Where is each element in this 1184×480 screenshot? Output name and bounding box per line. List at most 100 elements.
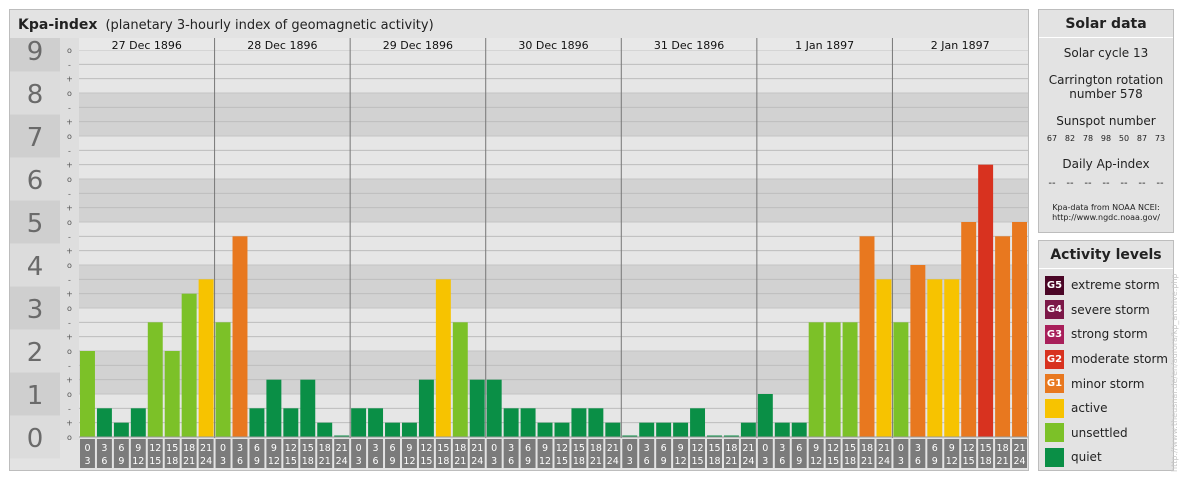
- source-url: http://www.ngdc.noaa.gov/: [1052, 213, 1160, 222]
- kp-bar: [690, 408, 706, 437]
- minor-tick-label: o: [67, 390, 72, 399]
- kp-bar: [537, 422, 553, 437]
- interval-end-label: 15: [691, 456, 703, 467]
- y-tick-label: 0: [27, 424, 44, 454]
- interval-end-label: 6: [101, 456, 107, 467]
- interval-end-label: 21: [997, 456, 1009, 467]
- legend-swatch: [1045, 423, 1064, 443]
- kp-bar: [283, 408, 299, 437]
- interval-end-label: 15: [285, 456, 297, 467]
- kp-bar: [469, 379, 485, 437]
- minor-tick-label: +: [66, 75, 73, 84]
- minor-tick-label: o: [67, 304, 72, 313]
- interval-start-label: 12: [420, 443, 432, 454]
- interval-end-label: 12: [946, 456, 958, 467]
- grid-band: [79, 93, 1028, 136]
- kp-bar: [113, 422, 129, 437]
- legend-label: quiet: [1071, 450, 1102, 465]
- interval-end-label: 3: [84, 456, 90, 467]
- kp-bar: [961, 222, 977, 437]
- interval-end-label: 24: [742, 456, 754, 467]
- interval-start-label: 9: [542, 443, 548, 454]
- interval-start-label: 9: [271, 443, 277, 454]
- kp-bar: [232, 236, 248, 437]
- ap-values: -- -- -- -- -- -- --: [1039, 179, 1173, 189]
- minor-tick-label: -: [68, 103, 71, 112]
- solar-data-title: Solar data: [1039, 10, 1173, 38]
- grid-band: [79, 179, 1028, 222]
- kp-bar: [198, 279, 214, 437]
- minor-tick-label: +: [66, 118, 73, 127]
- activity-levels-panel: Activity levels G5 extreme storm G4 seve…: [1038, 240, 1174, 471]
- kp-bar: [571, 408, 587, 437]
- interval-start-label: 12: [963, 443, 975, 454]
- kp-bar: [520, 408, 536, 437]
- kp-bar: [164, 351, 180, 437]
- interval-start-label: 6: [661, 443, 667, 454]
- kp-bar: [825, 322, 841, 437]
- legend-label: severe storm: [1071, 302, 1150, 317]
- kp-bar: [266, 379, 282, 437]
- kp-bar: [503, 408, 519, 437]
- kp-bar: [791, 422, 807, 437]
- interval-end-label: 12: [132, 456, 144, 467]
- daily-ap-title: Daily Ap-index: [1062, 157, 1150, 171]
- interval-start-label: 21: [471, 443, 483, 454]
- interval-end-label: 24: [878, 456, 890, 467]
- legend-label: strong storm: [1071, 327, 1148, 342]
- legend-swatch: [1045, 447, 1064, 467]
- kp-bar: [1012, 222, 1027, 437]
- interval-start-label: 9: [678, 443, 684, 454]
- minor-tick-label: -: [68, 361, 71, 370]
- grid-band: [79, 222, 1028, 265]
- interval-end-label: 21: [725, 456, 737, 467]
- kp-bar: [740, 422, 756, 437]
- kp-bar: [978, 164, 994, 437]
- day-label: 1 Jan 1897: [795, 39, 854, 52]
- minor-tick-label: +: [66, 247, 73, 256]
- sunspot-value: 78: [1082, 134, 1094, 143]
- interval-end-label: 18: [980, 456, 992, 467]
- interval-end-label: 9: [661, 456, 667, 467]
- interval-end-label: 6: [915, 456, 921, 467]
- interval-end-label: 24: [336, 456, 348, 467]
- interval-end-label: 15: [827, 456, 839, 467]
- kp-bar: [859, 236, 875, 437]
- interval-end-label: 15: [149, 456, 161, 467]
- solar-cycle: Solar cycle 13: [1063, 46, 1149, 60]
- day-label: 28 Dec 1896: [247, 39, 317, 52]
- y-tick-label: 2: [27, 338, 44, 368]
- interval-end-label: 12: [675, 456, 687, 467]
- interval-end-label: 21: [319, 456, 331, 467]
- minor-tick-label: o: [67, 46, 72, 55]
- interval-start-label: 12: [691, 443, 703, 454]
- interval-start-label: 15: [844, 443, 856, 454]
- kp-bar: [893, 322, 909, 437]
- ap-value: --: [1102, 178, 1110, 189]
- interval-end-label: 15: [556, 456, 568, 467]
- ap-value: --: [1066, 178, 1074, 189]
- interval-start-label: 12: [556, 443, 568, 454]
- interval-end-label: 18: [166, 456, 178, 467]
- legend-swatch: G1: [1045, 374, 1064, 394]
- interval-end-label: 9: [932, 456, 938, 467]
- kpa-bar-chart: 0123456789o+-o+-o+-o+-o+-o+-o+-o+-o+-o 27…: [10, 37, 1028, 468]
- kp-bar: [656, 422, 672, 437]
- interval-start-label: 21: [742, 443, 754, 454]
- interval-start-label: 6: [525, 443, 531, 454]
- source-note: Kpa-data from NOAA NCEI: http://www.ngdc…: [1039, 203, 1173, 223]
- day-label: 2 Jan 1897: [931, 39, 990, 52]
- kp-bar: [944, 279, 960, 437]
- minor-tick-label: o: [67, 261, 72, 270]
- kp-bar: [995, 236, 1011, 437]
- interval-start-label: 3: [237, 443, 243, 454]
- minor-tick-label: +: [66, 161, 73, 170]
- ap-value: --: [1156, 178, 1164, 189]
- kp-bar: [147, 322, 163, 437]
- interval-end-label: 9: [118, 456, 124, 467]
- kp-bar: [452, 322, 468, 437]
- interval-end-label: 6: [237, 456, 243, 467]
- kp-bar: [249, 408, 265, 437]
- legend-item-severe-storm: G4 severe storm: [1045, 298, 1173, 323]
- legend-item-active: active: [1045, 396, 1173, 421]
